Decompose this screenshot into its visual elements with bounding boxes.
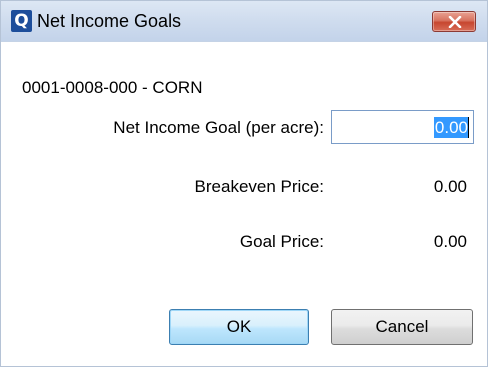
ok-button[interactable]: OK bbox=[169, 309, 309, 345]
close-button[interactable] bbox=[432, 11, 476, 32]
close-icon bbox=[448, 16, 462, 28]
net-income-goal-value: 0.00 bbox=[433, 117, 469, 138]
dialog-content: 0001-0008-000 - CORN Net Income Goal (pe… bbox=[1, 42, 487, 366]
app-icon: Q bbox=[11, 10, 32, 32]
net-income-goal-input[interactable]: 0.00 bbox=[331, 110, 474, 144]
goal-price-label: Goal Price: bbox=[239, 232, 324, 251]
text-caret bbox=[468, 117, 469, 138]
window-title: Net Income Goals bbox=[37, 11, 182, 31]
title-bar[interactable]: Q Net Income Goals bbox=[1, 1, 487, 42]
breakeven-price-value: 0.00 bbox=[433, 177, 467, 196]
goal-price-value: 0.00 bbox=[433, 232, 467, 251]
breakeven-price-label: Breakeven Price: bbox=[194, 177, 324, 196]
net-income-goal-label: Net Income Goal (per acre): bbox=[113, 118, 324, 137]
net-income-goals-dialog: Q Net Income Goals 0001-0008-000 - CORN … bbox=[0, 0, 488, 367]
cancel-button[interactable]: Cancel bbox=[331, 309, 473, 345]
field-code-label: 0001-0008-000 - CORN bbox=[22, 78, 203, 97]
